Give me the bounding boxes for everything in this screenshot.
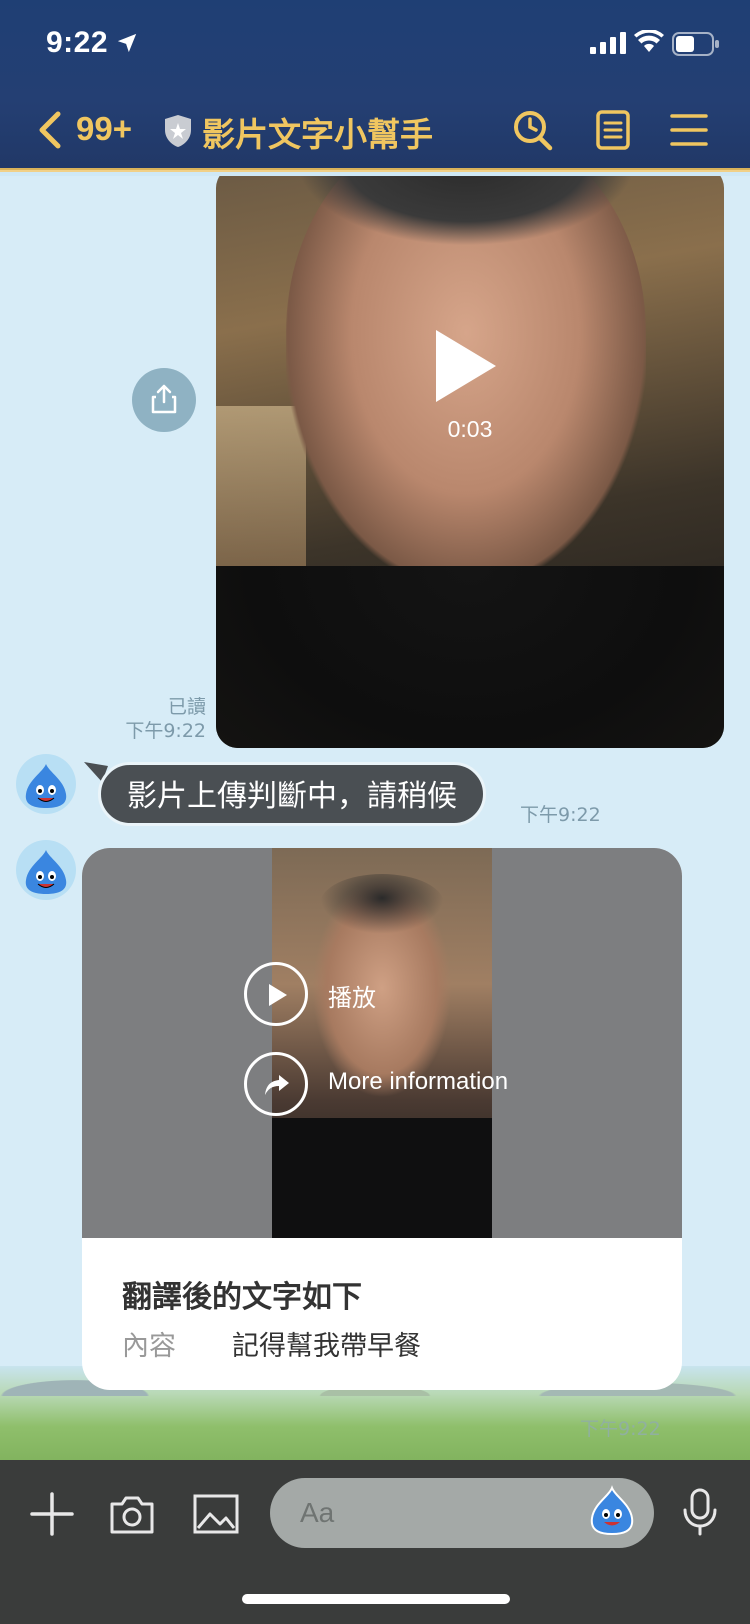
play-button-label[interactable]: 播放	[328, 978, 376, 1013]
sent-video-message[interactable]: 0:03	[216, 176, 724, 748]
wifi-icon	[634, 30, 664, 52]
message-time: 下午9:22	[520, 804, 601, 826]
bot-avatar[interactable]	[16, 754, 76, 814]
card-video-thumbnail	[272, 848, 492, 1238]
read-receipt: 已讀	[167, 696, 206, 718]
image-icon[interactable]	[192, 1490, 240, 1538]
bot-message-bubble[interactable]: 影片上傳判斷中，請稍候	[98, 762, 486, 826]
camera-icon[interactable]	[108, 1490, 156, 1538]
location-arrow-icon	[117, 33, 137, 53]
sticker-icon[interactable]	[586, 1484, 638, 1540]
card-thumbnail-shirt	[272, 1118, 492, 1238]
home-indicator	[242, 1594, 510, 1604]
play-icon[interactable]	[430, 326, 500, 406]
card-media: 播放 More information	[82, 848, 682, 1238]
more-info-button[interactable]	[244, 1052, 308, 1116]
card-thumbnail-hair	[320, 874, 444, 934]
play-icon	[269, 984, 287, 1006]
shield-icon	[165, 115, 191, 147]
menu-icon[interactable]	[668, 108, 710, 152]
message-time: 下午9:22	[580, 1418, 661, 1440]
share-button[interactable]	[132, 368, 196, 432]
video-thumbnail-shirt	[216, 566, 724, 748]
card-field-label: 內容	[122, 1331, 176, 1362]
notes-icon[interactable]	[592, 108, 634, 152]
result-card: 播放 More information 翻譯後的文字如下 內容 記得幫我帶早餐	[82, 848, 682, 1390]
status-bar: 9:22	[0, 0, 750, 90]
card-title: 翻譯後的文字如下	[122, 1280, 362, 1315]
search-icon[interactable]	[512, 108, 554, 152]
video-duration: 0:03	[447, 416, 493, 442]
share-icon	[151, 384, 177, 414]
back-chevron-icon[interactable]	[36, 110, 64, 150]
slime-icon	[25, 850, 67, 894]
cellular-signal-icon	[590, 32, 626, 54]
bot-avatar[interactable]	[16, 840, 76, 900]
status-time: 9:22	[46, 26, 109, 59]
unread-count[interactable]: 99+	[76, 110, 132, 148]
chat-title: 影片文字小幫手	[202, 115, 433, 154]
forward-icon	[265, 1075, 289, 1095]
chat-header: 9:22 99+ 影片文字小幫手	[0, 0, 750, 172]
slime-icon	[25, 764, 67, 808]
nav-bar: 99+ 影片文字小幫手	[0, 100, 750, 164]
card-field-value: 記得幫我帶早餐	[232, 1331, 421, 1362]
more-info-button-label[interactable]: More information	[328, 1068, 508, 1096]
plus-icon[interactable]	[28, 1490, 76, 1538]
input-bar	[0, 1460, 750, 1624]
chat-area[interactable]: 0:03 已讀 下午9:22 影片上傳判斷中，請稍候 下午9:22 播放 Mor…	[0, 176, 750, 1460]
battery-icon	[672, 32, 719, 56]
message-time: 下午9:22	[125, 720, 206, 742]
microphone-icon[interactable]	[676, 1488, 724, 1536]
play-button[interactable]	[244, 962, 308, 1026]
